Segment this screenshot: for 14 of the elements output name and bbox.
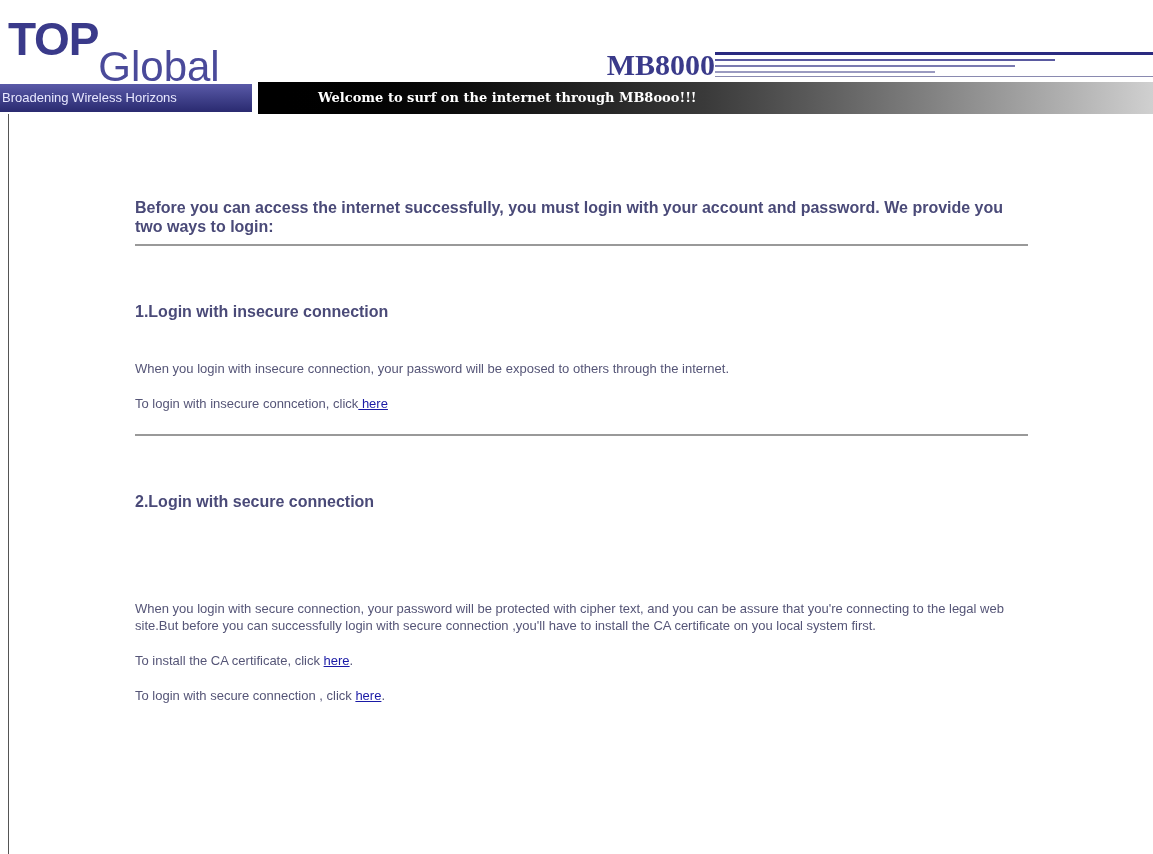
paragraph: When you login with insecure connection, your password will be exposed to others through the internet.	[135, 360, 730, 377]
paragraph: When you login with secure connection, your password will be protected with cipher text, and you can be assure that you're connecting to the legal web site.But before you can successfully login with secure connection ,you'll have to install the CA certificate on you local system first.	[135, 600, 1005, 634]
link-sentence: To login with insecure conncetion, click here	[135, 395, 389, 412]
welcome-bar: Welcome to surf on the internet through MB8ooo!!!	[258, 82, 1153, 114]
logo-top: TOP	[8, 16, 99, 62]
link-sentence: To install the CA certificate, click here.	[135, 652, 355, 669]
section-heading: 1.Login with insecure connection	[135, 302, 390, 322]
link-sentence: To login with secure connection , click here.	[135, 687, 387, 704]
model-title: MB8000	[606, 50, 715, 80]
section-heading: 2.Login with secure connection	[135, 492, 376, 512]
here-link[interactable]: here	[323, 653, 350, 668]
here-link[interactable]: here	[358, 396, 388, 411]
tagline-bar: Broadening Wireless Horizons	[0, 84, 252, 112]
intro-text: Before you can access the internet successfully, you must login with your account and password. We provide you two ways to login:	[135, 198, 1028, 246]
